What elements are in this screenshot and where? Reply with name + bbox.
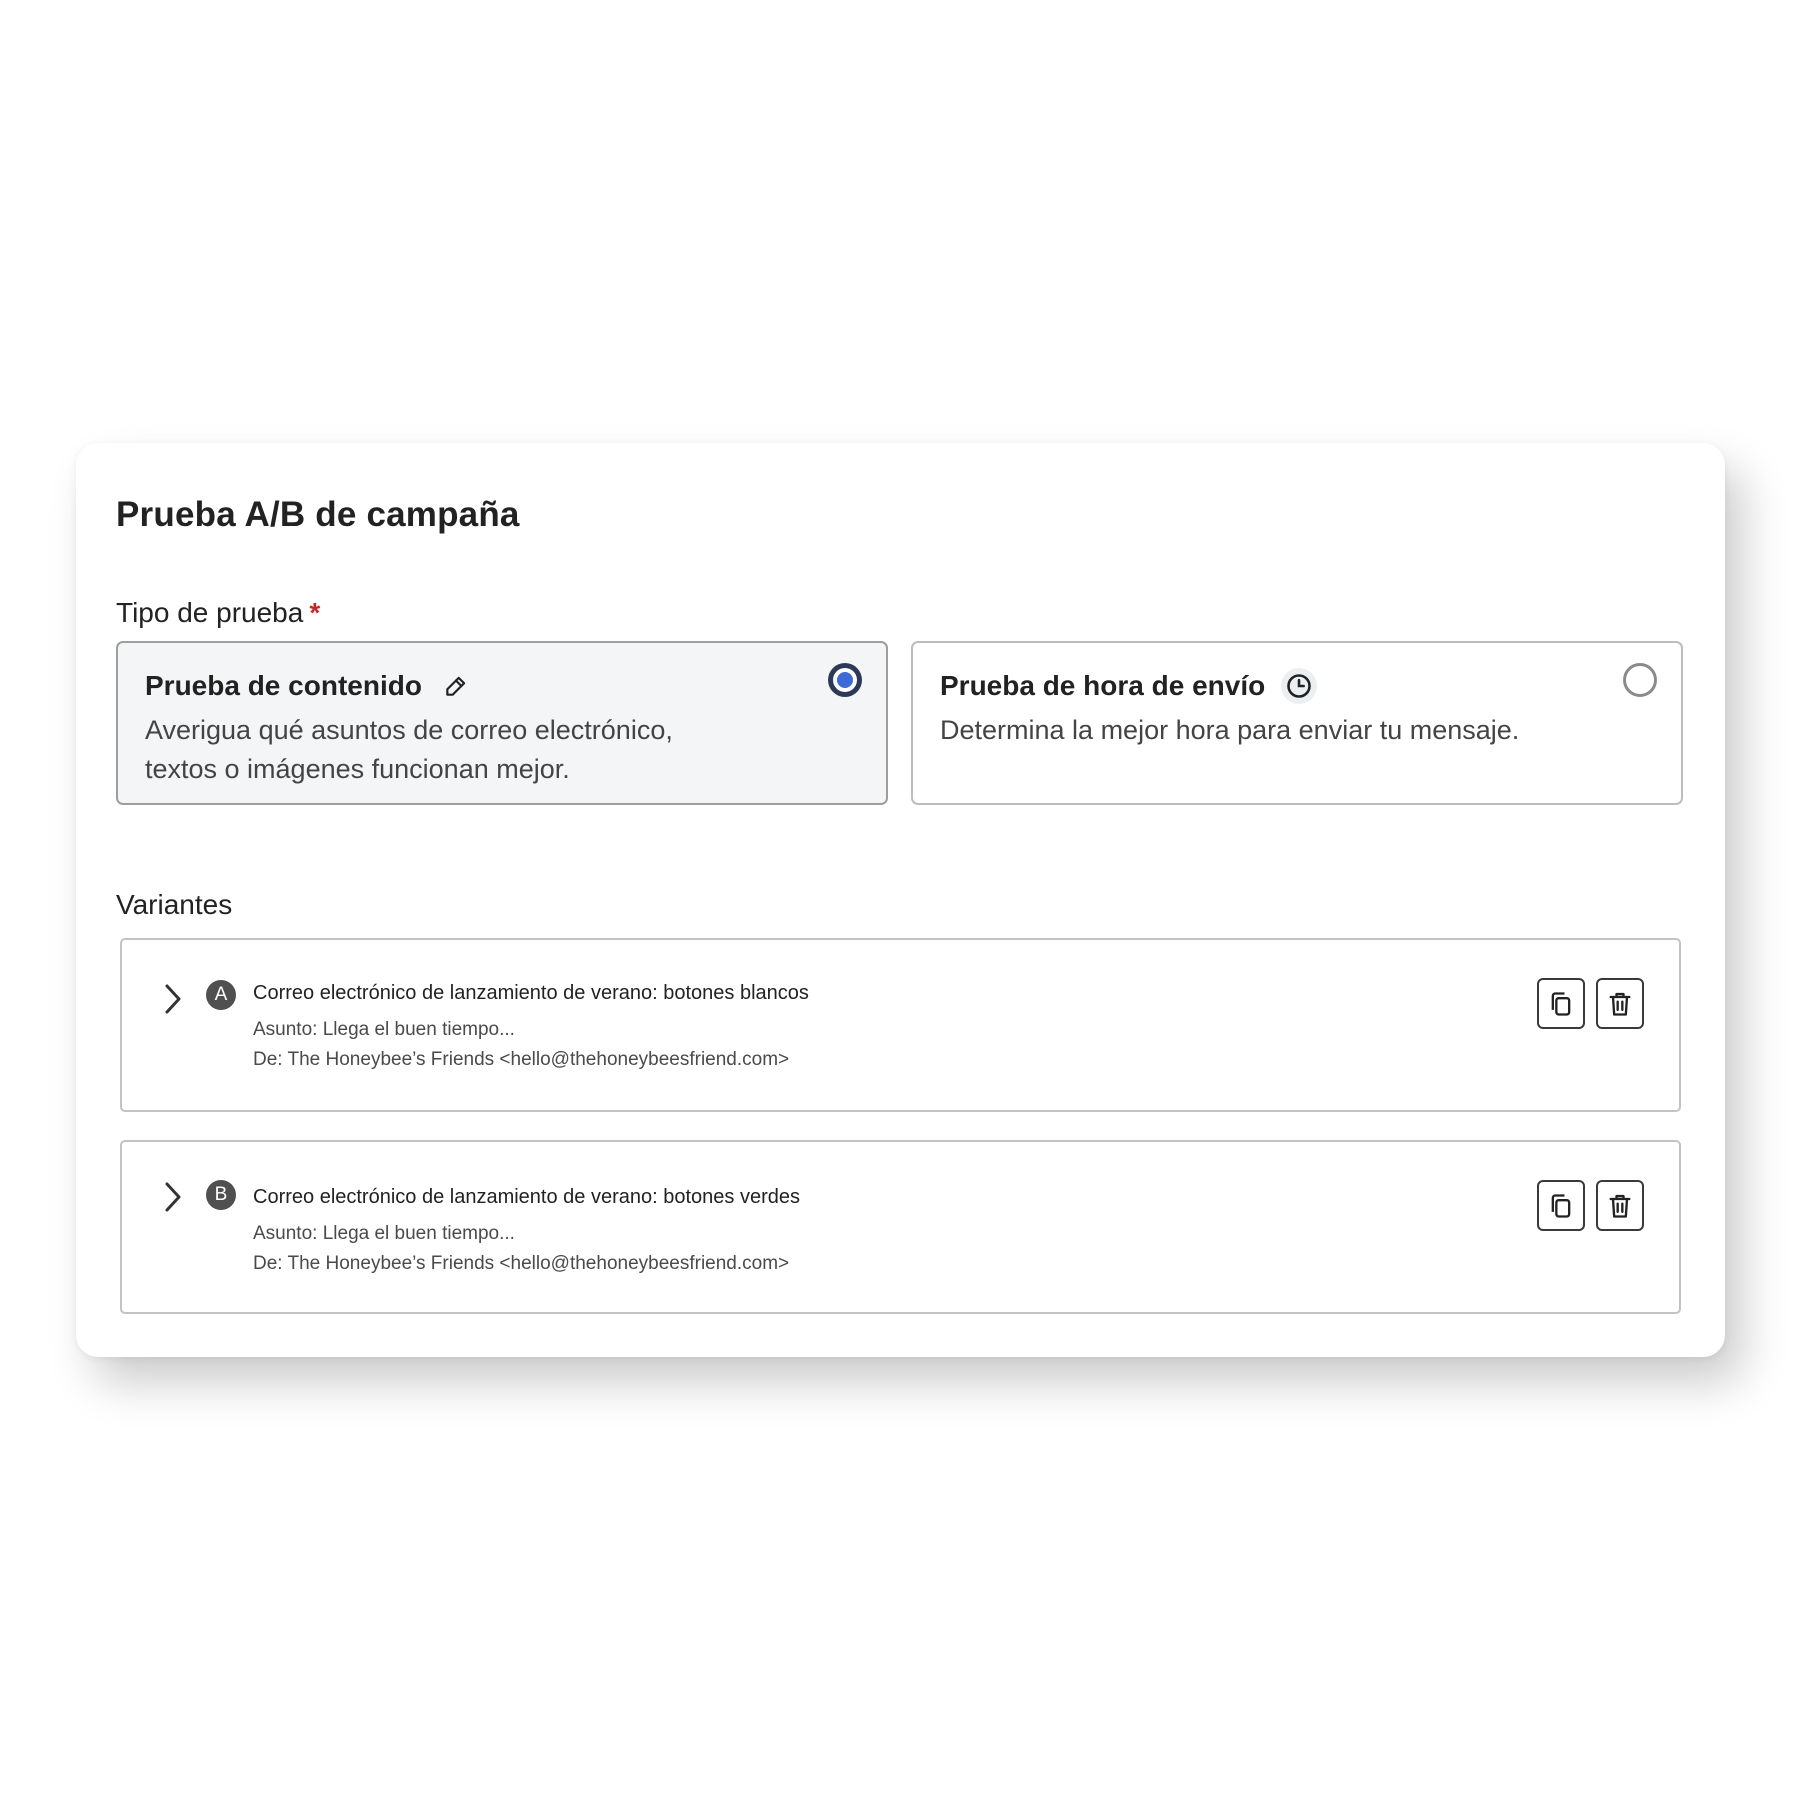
- variant-name: Correo electrónico de lanzamiento de ver…: [253, 1186, 800, 1208]
- test-type-label: Tipo de prueba *: [116, 597, 320, 629]
- duplicate-button[interactable]: [1537, 978, 1585, 1029]
- option-content-test[interactable]: Prueba de contenido Averigua qué asuntos…: [116, 641, 888, 805]
- variant-subject: Asunto: Llega el buen tiempo...: [253, 1223, 515, 1244]
- variant-row-b: B Correo electrónico de lanzamiento de v…: [120, 1140, 1681, 1314]
- chevron-right-icon[interactable]: [162, 1180, 184, 1214]
- trash-icon: [1609, 1194, 1631, 1218]
- radio-dot: [837, 672, 853, 688]
- copy-icon: [1551, 991, 1571, 1016]
- required-asterisk: *: [309, 597, 321, 628]
- variant-name: Correo electrónico de lanzamiento de ver…: [253, 982, 809, 1004]
- variant-letter-badge: A: [206, 980, 236, 1010]
- option-send-time-test-title-row: Prueba de hora de envío: [940, 668, 1318, 704]
- delete-button[interactable]: [1596, 1180, 1644, 1231]
- duplicate-button[interactable]: [1537, 1180, 1585, 1231]
- option-send-time-test-title: Prueba de hora de envío: [940, 670, 1266, 701]
- variant-from: De: The Honeybee’s Friends <hello@thehon…: [253, 1253, 790, 1274]
- pencil-icon: [438, 668, 474, 704]
- test-type-label-text: Tipo de prueba: [116, 597, 304, 628]
- option-content-test-description: Averigua qué asuntos de correo electróni…: [145, 715, 673, 784]
- variant-subject: Asunto: Llega el buen tiempo...: [253, 1019, 515, 1040]
- option-content-test-title-row: Prueba de contenido: [145, 668, 474, 704]
- variant-from: De: The Honeybee’s Friends <hello@thehon…: [253, 1049, 790, 1070]
- radio-send-time-test[interactable]: [1623, 663, 1657, 697]
- variant-row-a: A Correo electrónico de lanzamiento de v…: [120, 938, 1681, 1112]
- clock-icon: [1281, 668, 1318, 704]
- page-title: Prueba A/B de campaña: [116, 495, 520, 534]
- copy-icon: [1551, 1193, 1571, 1218]
- variant-letter-badge: B: [206, 1180, 236, 1210]
- trash-icon: [1609, 992, 1631, 1016]
- radio-ring: [833, 668, 857, 692]
- delete-button[interactable]: [1596, 978, 1644, 1029]
- option-send-time-test-description: Determina la mejor hora para enviar tu m…: [940, 715, 1520, 745]
- ab-test-card: Prueba A/B de campaña Tipo de prueba * Pr…: [76, 443, 1725, 1357]
- option-content-test-title: Prueba de contenido: [145, 670, 422, 701]
- chevron-right-icon[interactable]: [162, 982, 184, 1016]
- option-send-time-test[interactable]: Prueba de hora de envío Determina la mej…: [911, 641, 1683, 805]
- radio-content-test[interactable]: [828, 663, 862, 697]
- variants-label: Variantes: [116, 889, 233, 920]
